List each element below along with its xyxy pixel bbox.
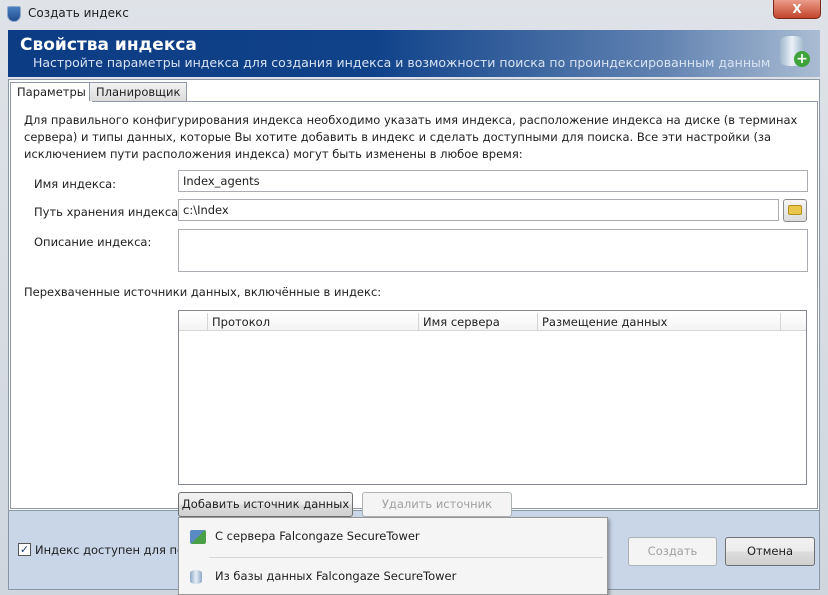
tab-parameters[interactable]: Параметры	[10, 82, 93, 102]
sources-table[interactable]: Протокол Имя сервера Размещение данных	[178, 310, 807, 485]
add-source-dropdown: С сервера Falcongaze SecureTower Из базы…	[178, 517, 608, 595]
menu-item-from-database[interactable]: Из базы данных Falcongaze SecureTower	[181, 560, 605, 594]
cancel-button[interactable]: Отмена	[725, 537, 815, 566]
page-title: Свойства индекса	[20, 35, 197, 55]
folder-icon	[788, 205, 802, 215]
index-searchable-checkbox[interactable]: ✓	[18, 543, 31, 556]
index-description-input[interactable]	[178, 229, 808, 272]
add-source-label: Добавить источник данных	[181, 497, 350, 511]
close-button[interactable]: X	[773, 0, 821, 19]
server-icon	[190, 530, 206, 544]
index-name-input[interactable]: Index_agents	[178, 170, 808, 192]
add-source-button[interactable]: Добавить источник данных ▼	[178, 492, 353, 534]
menu-item-label: С сервера Falcongaze SecureTower	[215, 529, 420, 543]
app-shield-icon	[7, 6, 21, 22]
menu-item-label: Из базы данных Falcongaze SecureTower	[215, 569, 457, 583]
table-header: Протокол Имя сервера Размещение данных	[179, 313, 806, 331]
column-header-select[interactable]	[179, 313, 208, 331]
menu-item-from-server[interactable]: С сервера Falcongaze SecureTower	[181, 520, 605, 554]
sources-label: Перехваченные источники данных, включённ…	[24, 285, 382, 299]
database-icon	[190, 570, 202, 584]
index-description-label: Описание индекса:	[34, 235, 152, 249]
plus-icon: +	[794, 51, 810, 67]
index-path-label: Путь хранения индекса:	[34, 205, 183, 219]
window-title: Создать индекс	[28, 6, 129, 20]
column-header-location[interactable]: Размещение данных	[538, 313, 781, 331]
column-header-protocol[interactable]: Протокол	[208, 313, 419, 331]
create-button[interactable]: Создать	[628, 537, 717, 566]
remove-source-button[interactable]: Удалить источник данных	[362, 492, 512, 534]
tab-scheduler[interactable]: Планировщик	[89, 82, 188, 101]
menu-separator	[209, 557, 603, 558]
intro-text: Для правильного конфигурирования индекса…	[24, 113, 798, 161]
column-header-server[interactable]: Имя сервера	[419, 313, 538, 331]
title-bar: Создать индекс X	[0, 0, 828, 28]
index-searchable-label: Индекс доступен для поис	[35, 543, 198, 557]
index-name-label: Имя индекса:	[34, 177, 117, 191]
header-banner: Свойства индекса Настройте параметры инд…	[8, 30, 820, 77]
index-path-input[interactable]: c:\Index	[178, 199, 779, 221]
page-subtitle: Настройте параметры индекса для создания…	[33, 55, 771, 70]
browse-folder-button[interactable]	[783, 199, 807, 222]
